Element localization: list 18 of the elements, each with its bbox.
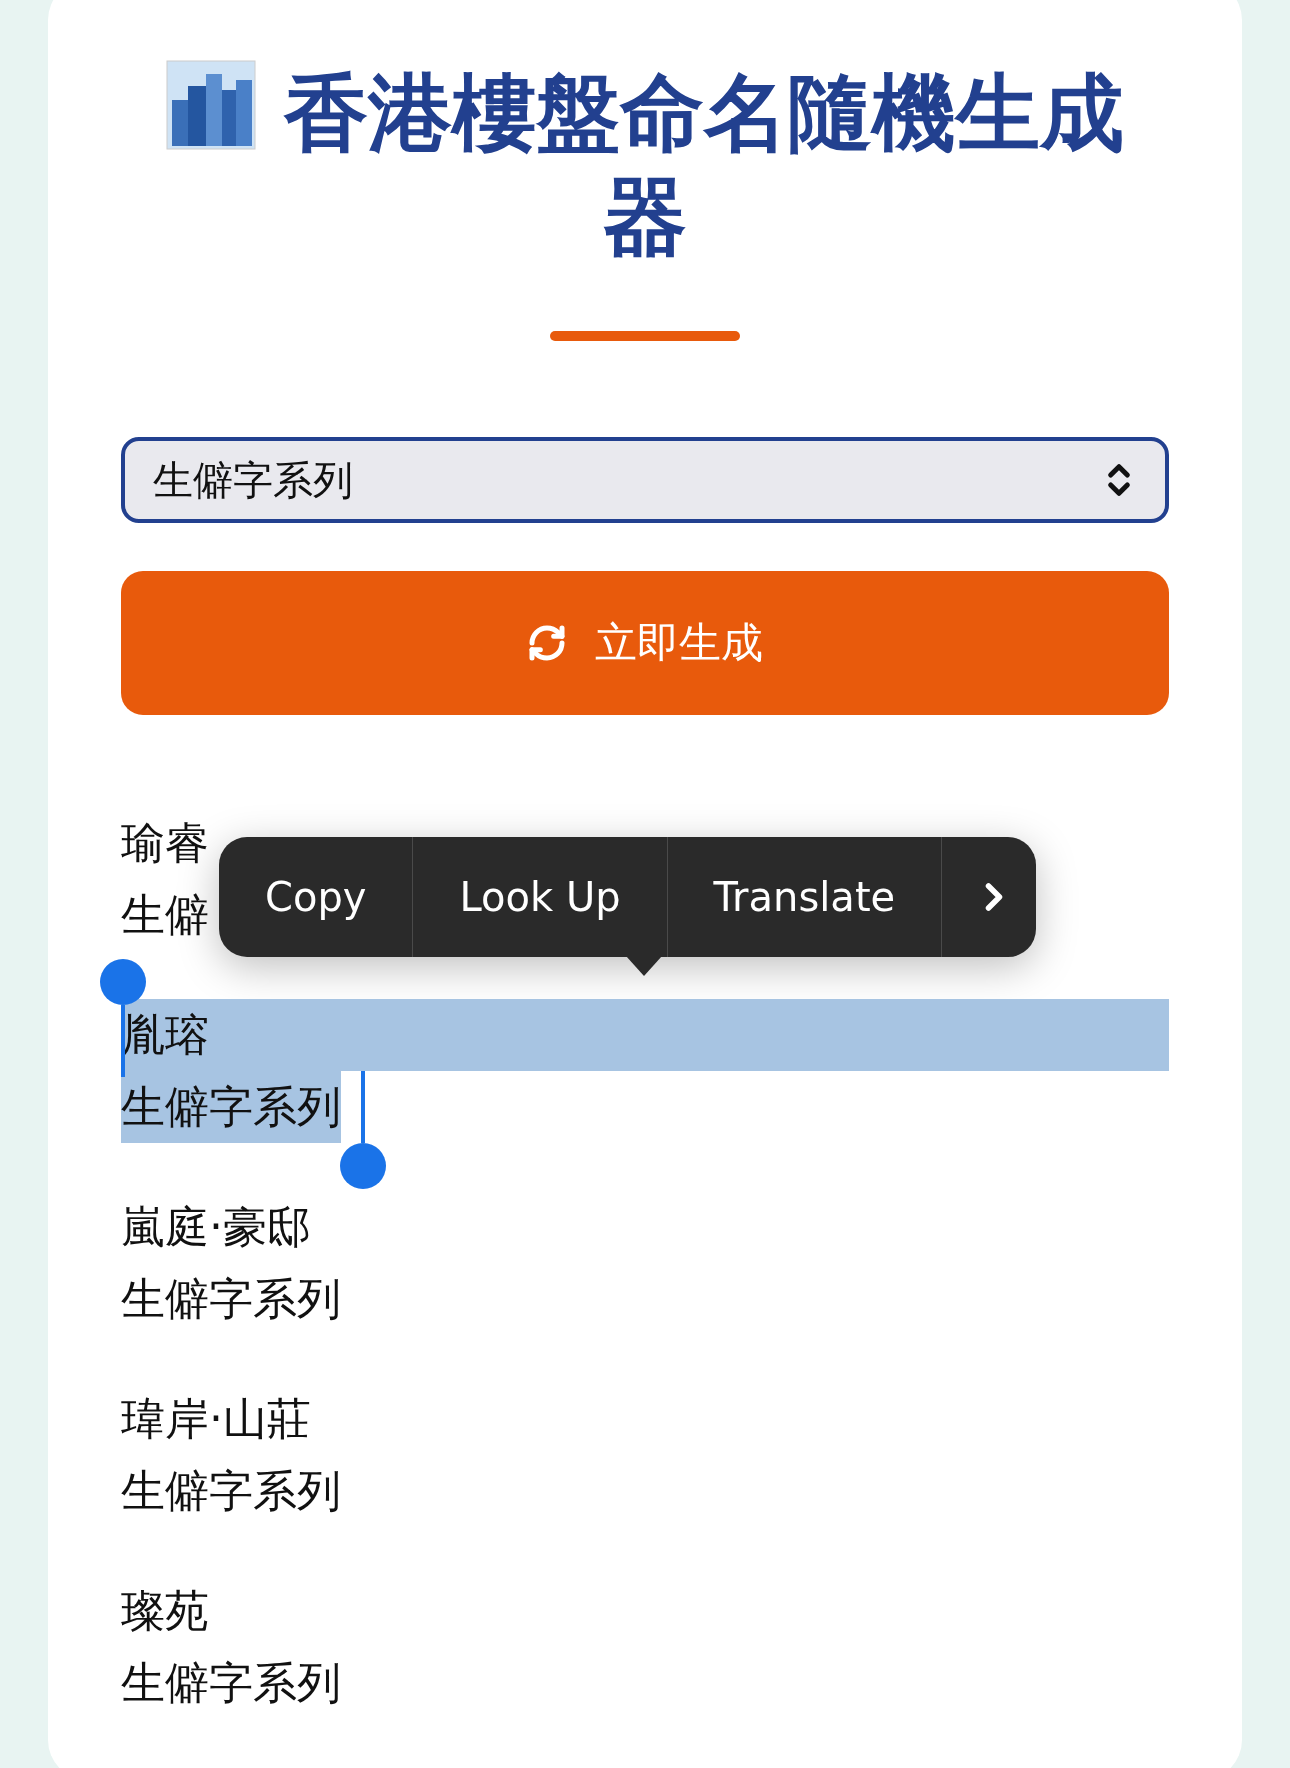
result-name: 嵐庭·豪邸 [121,1200,312,1254]
result-series: 生僻字系列 [121,1071,341,1143]
result-series: 生僻字系列 [121,1464,341,1518]
result-name: 瑋岸·山莊 [121,1392,312,1446]
result-name: 瑜睿 [121,816,210,870]
result-series: 生僻 [121,888,209,942]
result-name: 璨苑 [121,1584,210,1638]
series-select[interactable]: 生僻字系列 [121,437,1169,523]
page-title: 香港樓盤命名隨機生成器 [284,64,1124,266]
result-series: 生僻字系列 [121,1656,341,1710]
refresh-icon [527,623,567,663]
result-series: 生僻字系列 [121,1272,341,1326]
menu-item[interactable]: Copy [219,837,413,957]
generate-button[interactable]: 立即生成 [121,571,1169,715]
city-buildings-icon [166,60,256,150]
menu-item[interactable]: Translate [666,837,942,957]
selection-end-handle[interactable] [340,1071,386,1189]
menu-item[interactable]: Look Up [412,837,667,957]
